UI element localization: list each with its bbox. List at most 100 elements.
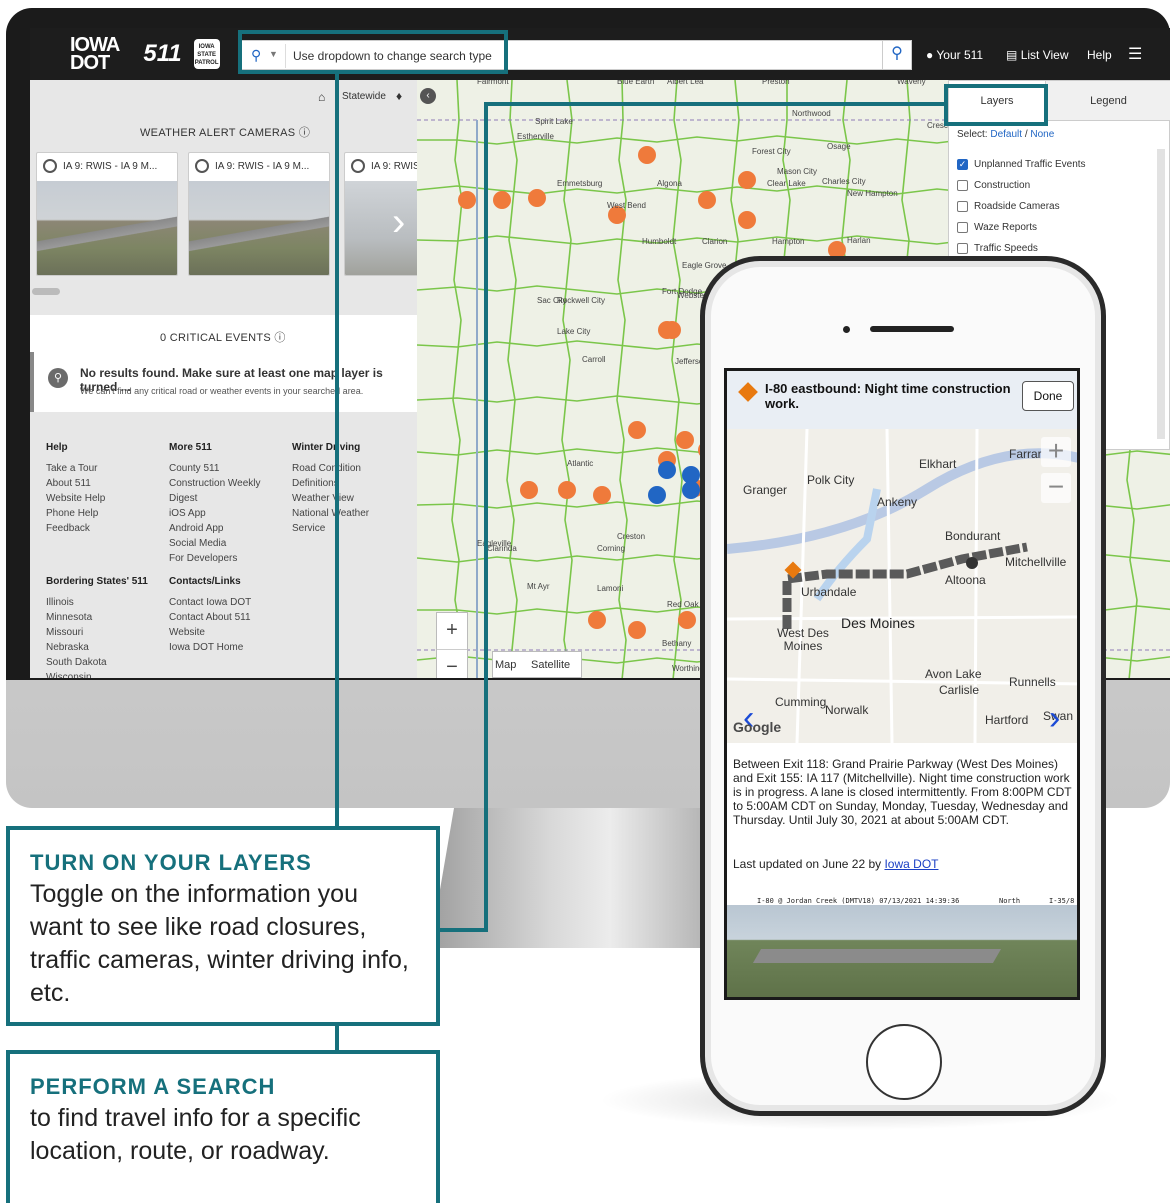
footer-link[interactable]: Phone Help <box>46 506 105 521</box>
map-city-label: Mason City <box>777 167 817 176</box>
camera-marker <box>966 557 978 569</box>
heart-icon[interactable] <box>43 159 57 173</box>
map-label: Altoona <box>945 573 986 587</box>
bell-icon[interactable]: ♦ <box>396 89 402 103</box>
help-link[interactable]: Help <box>1087 48 1112 62</box>
footer-link[interactable]: County 511 <box>169 461 261 476</box>
footer-link[interactable]: Website <box>169 625 251 640</box>
layers-scrollbar[interactable] <box>1157 149 1165 439</box>
footer-link[interactable]: Definitions <box>292 476 369 491</box>
chevron-right-icon[interactable]: › <box>1049 699 1060 738</box>
footer-contacts: Contacts/Links Contact Iowa DOT Contact … <box>169 574 251 655</box>
select-none-link[interactable]: None <box>1030 129 1054 140</box>
camera-label: IA 9: RWIS <box>371 161 420 172</box>
callout-layers: TURN ON YOUR LAYERS Toggle on the inform… <box>6 826 440 1026</box>
layer-construction[interactable]: Construction <box>957 180 1030 191</box>
camera-label: IA 9: RWIS - IA 9 M... <box>63 161 158 172</box>
chevron-right-icon[interactable]: › <box>392 200 405 245</box>
footer-link[interactable]: Android App <box>169 521 261 536</box>
map-type-satellite[interactable]: Satellite <box>531 659 570 671</box>
event-map[interactable]: Elkhart Farrar Polk City Granger Ankeny … <box>727 429 1077 743</box>
footer-link[interactable]: Contact Iowa DOT <box>169 595 251 610</box>
select-default-link[interactable]: Default <box>990 129 1022 140</box>
zoom-in-button[interactable]: + <box>437 613 467 647</box>
map-city-label: Preston <box>762 80 790 86</box>
footer-link[interactable]: Contact About 511 <box>169 610 251 625</box>
incident-marker <box>458 191 476 209</box>
layer-roadside-cameras[interactable]: Roadside Cameras <box>957 201 1060 212</box>
your-511-link[interactable]: ● Your 511 <box>926 48 983 62</box>
checkbox-icon[interactable] <box>957 201 968 212</box>
footer-link[interactable]: Missouri <box>46 625 148 640</box>
search-icon: ⚲ <box>891 45 903 62</box>
footer-link[interactable]: Feedback <box>46 521 105 536</box>
map-city-label: Hampton <box>772 237 804 246</box>
collapse-panel-icon[interactable]: ‹ <box>420 88 436 104</box>
footer-link[interactable]: Website Help <box>46 491 105 506</box>
checkbox-icon[interactable] <box>957 180 968 191</box>
footer-link[interactable]: Social Media <box>169 536 261 551</box>
camera-card[interactable]: IA 9: RWIS <box>344 152 424 276</box>
incident-marker <box>738 211 756 229</box>
heart-icon[interactable] <box>195 159 209 173</box>
checkbox-icon[interactable] <box>957 222 968 233</box>
list-icon: ▤ <box>1006 48 1018 62</box>
tab-legend[interactable]: Legend <box>1045 81 1170 121</box>
footer-link[interactable]: Take a Tour <box>46 461 105 476</box>
footer-link[interactable]: Service <box>292 521 369 536</box>
phone-zoom-in-button[interactable]: + <box>1041 437 1071 467</box>
checkbox-icon[interactable] <box>957 243 968 254</box>
map-label: Runnells <box>1009 675 1056 689</box>
search-highlight <box>238 30 508 74</box>
footer-link[interactable]: About 511 <box>46 476 105 491</box>
phone-zoom-out-button[interactable]: − <box>1041 473 1071 503</box>
footer-link[interactable]: Nebraska <box>46 640 148 655</box>
logo-511[interactable]: 511 <box>143 40 181 68</box>
footer-link[interactable]: Weather View <box>292 491 369 506</box>
event-marker <box>648 486 666 504</box>
layer-waze-reports[interactable]: Waze Reports <box>957 222 1037 233</box>
checkbox-checked-icon[interactable]: ✓ <box>957 159 968 170</box>
camera-card[interactable]: IA 9: RWIS - IA 9 M... <box>188 152 330 276</box>
map-label: Ankeny <box>877 495 918 509</box>
footer-link[interactable]: Wisconsin <box>46 670 148 678</box>
footer-link[interactable]: For Developers <box>169 551 261 566</box>
heart-icon[interactable] <box>351 159 365 173</box>
help-icon[interactable]: ⓘ <box>274 332 285 344</box>
home-icon[interactable]: ⌂ <box>318 90 325 104</box>
map-city-label: Atlantic <box>567 459 593 468</box>
footer-link[interactable]: National Weather <box>292 506 369 521</box>
footer-link[interactable]: Digest <box>169 491 261 506</box>
carousel-scrollbar[interactable] <box>32 288 60 295</box>
search-button[interactable]: ⚲ <box>882 40 912 70</box>
footer-link[interactable]: Road Condition <box>292 461 369 476</box>
footer-link[interactable]: iOS App <box>169 506 261 521</box>
statewide-link[interactable]: Statewide <box>342 91 386 102</box>
map-type-map[interactable]: Map <box>495 659 516 671</box>
list-view-link[interactable]: ▤ List View <box>1006 48 1069 62</box>
footer-link[interactable]: Illinois <box>46 595 148 610</box>
help-icon[interactable]: ⓘ <box>299 127 310 139</box>
event-camera-image[interactable]: I-80 @ Jordan Creek (DMTV18) 07/13/2021 … <box>727 897 1077 997</box>
footer-link[interactable]: Minnesota <box>46 610 148 625</box>
footer-link[interactable]: Construction Weekly <box>169 476 261 491</box>
done-button[interactable]: Done <box>1022 381 1074 411</box>
footer-link[interactable]: South Dakota <box>46 655 148 670</box>
zoom-out-button[interactable]: − <box>437 649 467 678</box>
camera-card[interactable]: IA 9: RWIS - IA 9 M... <box>36 152 178 276</box>
callout-body: to find travel info for a specific locat… <box>30 1104 361 1165</box>
state-patrol-logo[interactable]: IOWA STATE PATROL <box>193 39 220 69</box>
map-label: Urbandale <box>801 585 857 599</box>
footer-link[interactable]: Iowa DOT Home <box>169 640 251 655</box>
incident-marker <box>593 486 611 504</box>
iowa-dot-logo[interactable]: IOWA DOT <box>70 35 120 73</box>
map-city-label: Carroll <box>582 355 606 364</box>
phone-home-button[interactable] <box>866 1024 942 1100</box>
map-city-label: Northwood <box>792 109 831 118</box>
layer-unplanned-traffic[interactable]: ✓ Unplanned Traffic Events <box>957 159 1086 170</box>
layer-traffic-speeds[interactable]: Traffic Speeds <box>957 243 1038 254</box>
map-city-label: Humboldt <box>642 237 677 246</box>
menu-icon[interactable]: ☰ <box>1128 44 1142 64</box>
iowa-dot-link[interactable]: Iowa DOT <box>884 857 938 871</box>
footer-heading: Help <box>46 442 68 453</box>
